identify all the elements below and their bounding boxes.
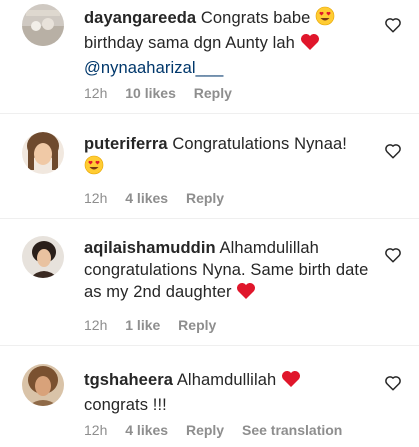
divider — [0, 113, 419, 114]
divider — [0, 218, 419, 219]
red-heart-emoji — [300, 33, 320, 57]
divider — [0, 345, 419, 346]
comment-text: dayangareeda Congrats babe birthday sama… — [84, 6, 376, 79]
mention-link[interactable]: @nynaaharizal___ — [84, 59, 223, 77]
comment-meta: 12h 10 likes Reply — [84, 85, 246, 101]
avatar[interactable] — [22, 364, 64, 406]
comment-username[interactable]: puteriferra — [84, 135, 168, 153]
comment-time: 12h — [84, 317, 108, 333]
reply-button[interactable]: Reply — [178, 317, 216, 333]
reply-button[interactable]: Reply — [194, 85, 232, 101]
comment-username[interactable]: dayangareeda — [84, 9, 196, 27]
comment-likes[interactable]: 4 likes — [125, 422, 168, 438]
heart-outline-icon[interactable] — [384, 374, 402, 392]
heart-eyes-emoji — [315, 6, 335, 32]
comment-body: Congrats babe — [200, 9, 311, 27]
comment-username[interactable]: aqilaishamuddin — [84, 239, 216, 257]
avatar[interactable] — [22, 236, 64, 278]
comment-likes[interactable]: 10 likes — [125, 85, 176, 101]
avatar[interactable] — [22, 4, 64, 46]
comment-time: 12h — [84, 422, 108, 438]
avatar[interactable] — [22, 132, 64, 174]
comment-body: birthday sama dgn Aunty lah — [84, 34, 295, 52]
comment-text: puteriferra Congratulations Nynaa! — [84, 133, 376, 181]
comment-meta: 12h 4 likes Reply See translation — [84, 422, 356, 438]
red-heart-emoji — [281, 370, 301, 394]
comment-text: tgshaheera Alhamdullilah congrats !!! — [84, 369, 376, 416]
comment-meta: 12h 4 likes Reply — [84, 190, 238, 206]
reply-button[interactable]: Reply — [186, 190, 224, 206]
heart-outline-icon[interactable] — [384, 16, 402, 34]
comment-likes[interactable]: 4 likes — [125, 190, 168, 206]
heart-outline-icon[interactable] — [384, 142, 402, 160]
comment-body: Congratulations Nynaa! — [172, 135, 347, 153]
heart-eyes-emoji — [84, 155, 104, 181]
comment-text: aqilaishamuddin Alhamdulillah congratula… — [84, 237, 376, 306]
comment-time: 12h — [84, 85, 108, 101]
heart-outline-icon[interactable] — [384, 246, 402, 264]
comment-meta: 12h 1 like Reply — [84, 317, 230, 333]
comment-time: 12h — [84, 190, 108, 206]
comment-username[interactable]: tgshaheera — [84, 371, 173, 389]
red-heart-emoji — [236, 282, 256, 306]
comment-likes[interactable]: 1 like — [125, 317, 160, 333]
comment-body: congrats !!! — [84, 396, 167, 414]
see-translation-link[interactable]: See translation — [242, 422, 342, 438]
comment-body: Alhamdullilah — [176, 371, 277, 389]
reply-button[interactable]: Reply — [186, 422, 224, 438]
